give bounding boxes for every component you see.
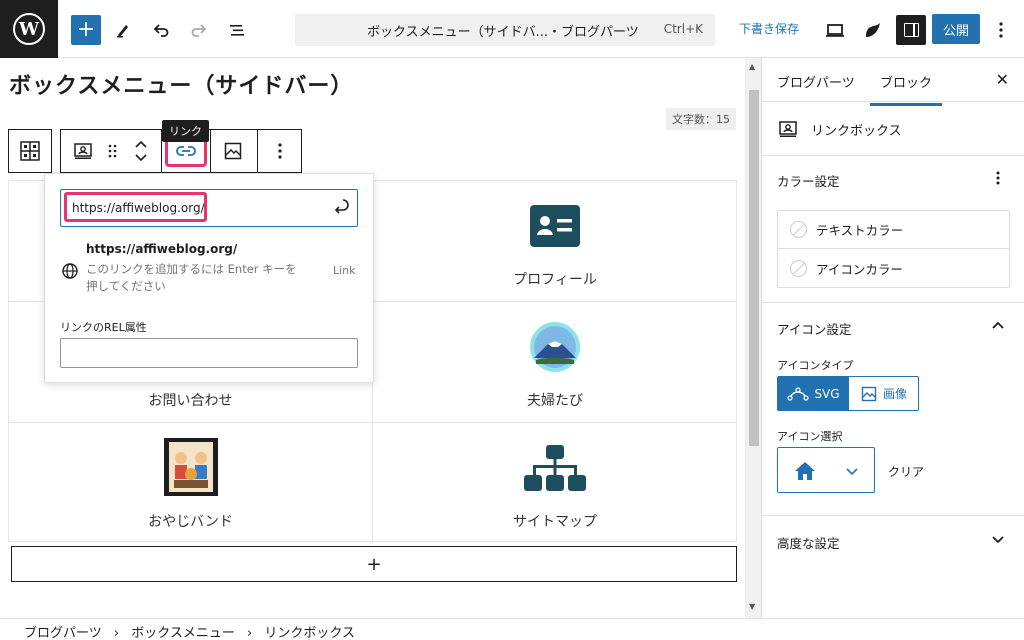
link-box[interactable]: 夫婦たび [373,302,737,423]
icon-type-image-option[interactable]: 画像 [849,377,919,410]
rel-attribute-input[interactable] [60,338,358,368]
link-tooltip: リンク [162,120,209,142]
url-highlight [64,192,207,222]
image-icon [861,386,877,401]
block-options-icon[interactable] [259,130,301,172]
editor-top-bar: W + ボックスメニュー（サイドバ...・ブログパーツ Ctrl+K 下書き保存… [0,0,1024,58]
chevron-down-icon[interactable] [992,536,1004,544]
sidebar-icon [903,23,919,37]
svg-option-label: SVG [814,386,840,401]
settings-sidebar-toggle[interactable] [896,15,926,45]
word-count-badge: 文字数：15 [666,108,736,130]
block-name: リンクボックス [811,124,902,139]
box-grid-icon [20,141,40,161]
icon-picker-dropdown[interactable] [777,447,875,493]
mount-fuji-photo [530,322,580,372]
preview-device-icon[interactable] [820,15,850,45]
color-options-list: テキストカラー アイコンカラー [777,210,1010,288]
undo-icon[interactable] [146,15,176,45]
globe-icon [62,263,78,279]
link-box-block-icon [779,121,797,137]
rel-attribute-label: リンクのREL属性 [60,321,147,334]
command-palette-bar[interactable]: ボックスメニュー（サイドバ...・ブログパーツ Ctrl+K [295,14,715,46]
publish-button[interactable]: 公開 [932,14,980,44]
drag-handle-icon[interactable] [101,130,123,172]
scroll-down-arrow[interactable]: ▼ [749,602,755,611]
text-color-label: テキストカラー [816,223,904,238]
shortcut-hint: Ctrl+K [663,22,703,36]
link-box-label: サイトマップ [513,514,597,530]
scroll-up-arrow[interactable]: ▲ [749,62,755,71]
wordpress-icon: W [13,13,45,45]
color-settings-title: カラー設定 [777,174,840,189]
tab-block[interactable]: ブロック [869,72,943,106]
post-title[interactable]: ボックスメニュー（サイドバー） [9,68,353,100]
options-menu-icon[interactable] [986,15,1016,45]
icon-type-toggle: SVG 画像 [777,376,919,411]
link-box[interactable]: プロフィール [373,181,737,302]
bezier-curve-icon [787,386,810,401]
suggestion-url[interactable]: https://affiweblog.org/ [86,242,237,256]
redo-icon[interactable] [184,15,214,45]
link-box-block-icon[interactable] [69,130,97,172]
no-color-swatch-icon [790,221,807,238]
icon-type-svg-option[interactable]: SVG [778,377,849,410]
sitemap-icon [524,445,586,491]
select-parent-block-button[interactable] [8,129,52,173]
icon-settings-title[interactable]: アイコン設定 [777,319,851,338]
sidebar-tabs: ブログパーツ ブロック ✕ [762,58,1024,106]
link-box[interactable]: おやじバンド [9,423,373,543]
add-block-button[interactable]: + [71,15,101,45]
url-input[interactable]: https://affiweblog.org/ [60,189,358,227]
scrollbar-thumb[interactable] [749,90,759,446]
link-box-label: プロフィール [513,272,597,288]
settings-sidebar: ブログパーツ ブロック ✕ リンクボックス カラー設定 テキストカラー アイコン… [761,58,1024,618]
home-icon [795,462,815,480]
chevron-down-icon[interactable] [135,154,147,162]
chevron-up-icon[interactable] [992,321,1004,329]
move-up-down-buttons[interactable] [127,130,155,172]
pen-tool-icon[interactable] [108,15,138,45]
chevron-up-icon[interactable] [135,140,147,148]
document-title: ボックスメニュー（サイドバ...・ブログパーツ [367,25,639,40]
style-book-icon[interactable] [858,15,888,45]
text-color-option[interactable]: テキストカラー [778,211,1009,249]
link-box-label: 夫婦たび [527,393,583,409]
icon-color-label: アイコンカラー [816,261,903,277]
save-draft-button[interactable]: 下書き保存 [739,20,799,37]
breadcrumb-item[interactable]: リンクボックス [264,626,355,640]
image-icon [224,142,242,160]
icon-select-label: アイコン選択 [777,430,843,443]
chevron-down-icon [846,468,858,476]
clear-icon-button[interactable]: クリア [888,463,924,480]
breadcrumb-item[interactable]: ブログパーツ [24,626,102,640]
link-box[interactable]: サイトマップ [373,423,737,543]
tab-blog-parts[interactable]: ブログパーツ [777,72,855,91]
link-control-popover: https://affiweblog.org/ https://affiwebl… [44,173,374,383]
no-color-swatch-icon [790,259,807,277]
close-icon[interactable]: ✕ [996,70,1009,89]
wordpress-logo-button[interactable]: W [0,0,58,58]
suggestion-type: Link [333,264,356,277]
document-overview-icon[interactable] [222,15,252,45]
image-button[interactable] [211,130,255,172]
breadcrumb-separator: › [113,626,120,640]
breadcrumb-item[interactable]: ボックスメニュー [131,626,235,640]
color-options-icon[interactable] [995,170,1001,186]
submit-enter-icon[interactable] [333,198,349,214]
advanced-settings-title[interactable]: 高度な設定 [777,533,840,552]
block-breadcrumb: ブログパーツ › ボックスメニュー › リンクボックス [0,618,1024,640]
suggestion-info: このリンクを追加するには Enter キーを押してください [86,262,297,293]
canvas-scrollbar[interactable]: ▲ ▼ [745,58,761,618]
breadcrumb-separator: › [247,626,253,640]
link-box-label: お問い合わせ [148,393,233,409]
block-card: リンクボックス [762,102,1024,156]
image-option-label: 画像 [882,387,907,401]
profile-card-icon [530,205,580,247]
link-box-label: おやじバンド [148,514,233,530]
band-illustration [164,438,218,496]
icon-color-option[interactable]: アイコンカラー [778,249,1009,287]
icon-type-label: アイコンタイプ [777,359,854,372]
add-block-appender[interactable]: + [11,546,737,582]
